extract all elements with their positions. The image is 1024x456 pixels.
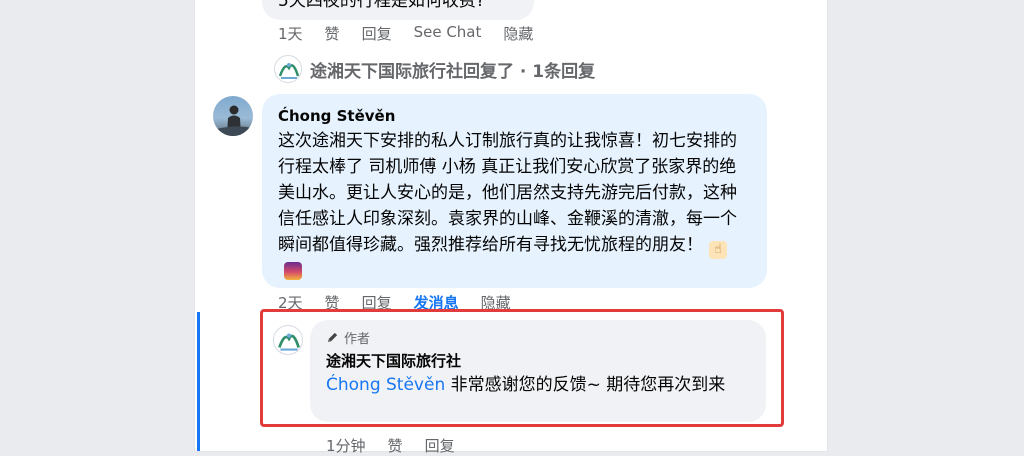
agency-logo-icon xyxy=(274,55,302,83)
sunrise-icon xyxy=(284,262,302,280)
prev-like-button[interactable]: 赞 xyxy=(325,23,340,44)
prev-comment-bubble: 5天四夜的行程是如何收费? xyxy=(262,0,534,20)
prev-comment-text: 5天四夜的行程是如何收费? xyxy=(278,0,485,11)
thumbs-up-icon: ☝ xyxy=(709,241,727,259)
main-comment-bubble: Ćhong Stěvěn 这次途湘天下安排的私人订制旅行真的让我惊喜！初七安排的… xyxy=(262,94,767,288)
reply-time[interactable]: 1分钟 xyxy=(326,435,366,456)
highlight-box xyxy=(260,309,784,427)
prev-comment-actions: 1天 赞 回复 See Chat 隐藏 xyxy=(278,23,555,44)
comment-body: 这次途湘天下安排的私人订制旅行真的让我惊喜！初七安排的行程太棒了 司机师傅 小杨… xyxy=(278,131,737,255)
reply-reply-button[interactable]: 回复 xyxy=(425,435,455,456)
agency-reply-summary-text: 途湘天下国际旅行社回复了 · 1条回复 xyxy=(310,61,596,82)
avatar[interactable] xyxy=(213,96,253,136)
prev-comment-time[interactable]: 1天 xyxy=(278,23,303,44)
see-chat-button[interactable]: See Chat xyxy=(414,23,482,44)
comment-author-name[interactable]: Ćhong Stěvěn xyxy=(278,107,395,125)
agency-reply-summary[interactable]: 途湘天下国际旅行社回复了 · 1条回复 xyxy=(274,54,595,84)
prev-reply-button[interactable]: 回复 xyxy=(362,23,392,44)
reply-actions: 1分钟 赞 回复 xyxy=(326,435,477,456)
prev-hide-button[interactable]: 隐藏 xyxy=(503,23,533,44)
reply-like-button[interactable]: 赞 xyxy=(388,435,403,456)
thread-line xyxy=(197,312,200,451)
comment-text: 这次途湘天下安排的私人订制旅行真的让我惊喜！初七安排的行程太棒了 司机师傅 小杨… xyxy=(278,128,748,285)
